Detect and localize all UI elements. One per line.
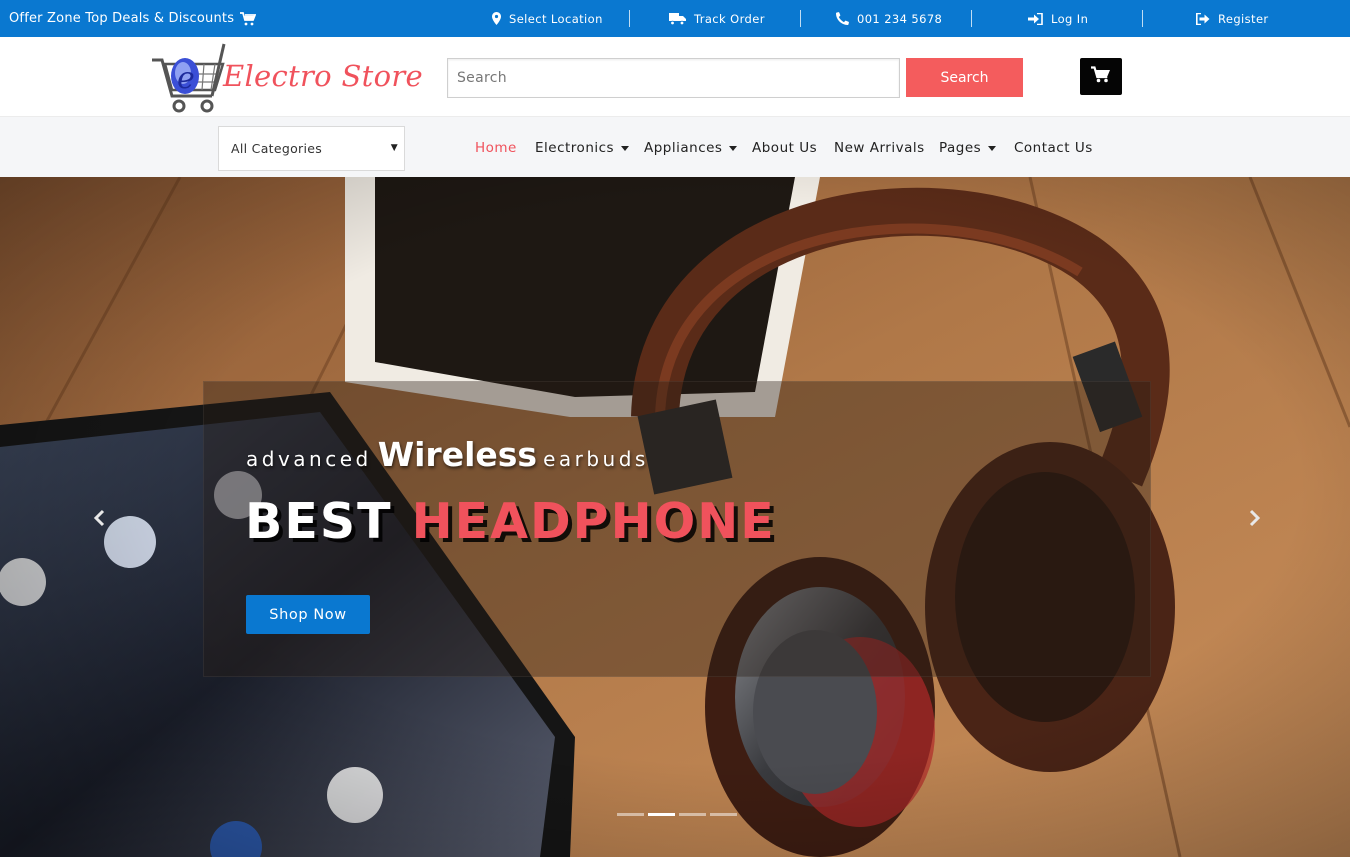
nav-item-label: Pages bbox=[939, 140, 982, 156]
shop-now-button[interactable]: Shop Now bbox=[246, 595, 370, 634]
cart-button[interactable] bbox=[1080, 58, 1122, 95]
caret-down-icon bbox=[729, 145, 738, 151]
nav-item-contact-us[interactable]: Contact Us bbox=[1014, 133, 1093, 163]
nav-item-label: New Arrivals bbox=[834, 140, 925, 156]
carousel-indicators bbox=[617, 813, 737, 816]
nav-item-about-us[interactable]: About Us bbox=[752, 133, 817, 163]
select-location-label: Select Location bbox=[509, 11, 603, 26]
subtitle-prefix: advanced bbox=[246, 447, 372, 471]
nav-item-label: Electronics bbox=[535, 140, 615, 156]
caret-down-icon bbox=[988, 145, 997, 151]
carousel-indicator[interactable] bbox=[648, 813, 675, 816]
cart-icon bbox=[1091, 66, 1111, 87]
nav-item-label: Home bbox=[475, 140, 517, 156]
hero-headline: BEST HEADPHONE bbox=[245, 493, 776, 550]
top-divider bbox=[800, 10, 801, 27]
carousel-indicator[interactable] bbox=[710, 813, 737, 816]
nav-item-electronics[interactable]: Electronics bbox=[535, 133, 630, 163]
chevron-down-icon: ▼ bbox=[390, 143, 398, 153]
sign-in-icon bbox=[1028, 12, 1043, 25]
site-logo[interactable]: e Electro Store bbox=[150, 40, 423, 116]
log-in-label: Log In bbox=[1051, 11, 1089, 26]
chevron-left-icon bbox=[93, 509, 105, 527]
chevron-right-icon bbox=[1249, 509, 1261, 527]
top-divider bbox=[1142, 10, 1143, 27]
phone-number: 001 234 5678 bbox=[857, 11, 943, 26]
category-select-value: All Categories bbox=[231, 141, 323, 156]
nav-item-home[interactable]: Home bbox=[475, 133, 517, 163]
top-divider bbox=[971, 10, 972, 27]
nav-item-label: Appliances bbox=[644, 140, 723, 156]
sign-out-icon bbox=[1196, 12, 1210, 25]
caret-down-icon bbox=[621, 145, 630, 151]
track-order-label: Track Order bbox=[694, 11, 765, 26]
carousel-next-button[interactable] bbox=[1243, 507, 1267, 529]
subtitle-suffix: earbuds bbox=[543, 447, 649, 471]
top-divider bbox=[629, 10, 630, 27]
subtitle-highlight: Wireless bbox=[377, 435, 538, 474]
svg-text:e: e bbox=[177, 61, 195, 96]
carousel-indicator[interactable] bbox=[617, 813, 644, 816]
carousel-indicator[interactable] bbox=[679, 813, 706, 816]
log-in-link[interactable]: Log In bbox=[1028, 0, 1088, 37]
carousel-prev-button[interactable] bbox=[87, 507, 111, 529]
main-navbar: All Categories ▼ Home Electronics Applia… bbox=[0, 116, 1350, 177]
hero-subtitle: advanced Wireless earbuds bbox=[246, 435, 649, 474]
track-order-link[interactable]: Track Order bbox=[669, 0, 765, 37]
phone-link[interactable]: 001 234 5678 bbox=[836, 0, 942, 37]
phone-icon bbox=[836, 12, 849, 25]
register-label: Register bbox=[1218, 11, 1269, 26]
search-input[interactable] bbox=[447, 58, 900, 98]
search-button[interactable]: Search bbox=[906, 58, 1023, 97]
headline-accent: HEADPHONE bbox=[411, 493, 776, 550]
offer-zone-link[interactable]: Offer Zone Top Deals & Discounts bbox=[9, 0, 257, 37]
nav-item-appliances[interactable]: Appliances bbox=[644, 133, 738, 163]
logo-cart-icon: e bbox=[152, 43, 226, 113]
nav-item-label: About Us bbox=[752, 140, 818, 156]
shopping-cart-icon bbox=[240, 11, 257, 26]
hero-carousel: advanced Wireless earbuds BEST HEADPHONE S… bbox=[0, 177, 1350, 857]
nav-item-label: Contact Us bbox=[1014, 140, 1093, 156]
top-bar: Offer Zone Top Deals & Discounts Select … bbox=[0, 0, 1350, 37]
offer-text: Offer Zone Top Deals & Discounts bbox=[9, 11, 235, 26]
logo-text: Electro Store bbox=[223, 59, 423, 93]
register-link[interactable]: Register bbox=[1196, 0, 1269, 37]
category-select[interactable]: All Categories ▼ bbox=[218, 126, 405, 171]
map-marker-icon bbox=[492, 12, 501, 25]
nav-item-pages[interactable]: Pages bbox=[939, 133, 997, 163]
headline-main: BEST bbox=[245, 493, 393, 550]
truck-icon bbox=[669, 12, 686, 25]
select-location-link[interactable]: Select Location bbox=[492, 0, 603, 37]
nav-item-new-arrivals[interactable]: New Arrivals bbox=[834, 133, 925, 163]
